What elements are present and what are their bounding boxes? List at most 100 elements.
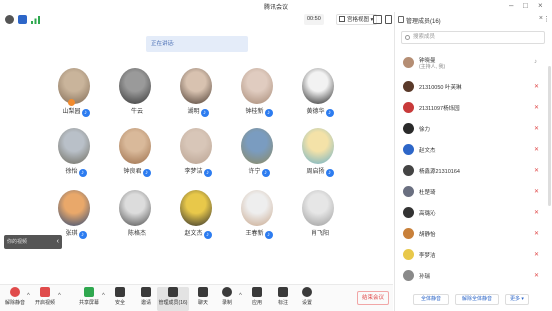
security-button[interactable]: 安全 <box>107 287 133 311</box>
chat-button[interactable]: 聊天 <box>190 287 216 311</box>
member-search-input[interactable]: 搜索成员 <box>401 31 545 44</box>
list-item[interactable]: 孙瑞 ✕ <box>395 266 552 287</box>
view-mode-label: 宫格视图 <box>347 17 370 23</box>
popout-icon[interactable] <box>385 15 392 24</box>
avatar <box>403 102 414 113</box>
bottombar-label: 解除静音 <box>4 300 25 306</box>
mic-muted-icon[interactable]: ✕ <box>534 209 539 216</box>
meeting-timer: 00:50 <box>304 14 324 25</box>
members-panel-title: 管理成员(16) <box>406 19 441 25</box>
participant-name: 肖飞阳 <box>310 231 329 237</box>
start-video-button[interactable]: 开启视频 <box>32 287 58 311</box>
participant-tile[interactable]: 钟桂新 ♪ <box>229 68 289 128</box>
settings-icon <box>302 287 312 297</box>
grid-icon <box>339 16 345 22</box>
participant-tile[interactable]: 李梦洁 ♪ <box>168 128 228 188</box>
mic-muted-icon[interactable]: ✕ <box>534 167 539 174</box>
participant-tile[interactable]: 许宁 ♪ <box>229 128 289 188</box>
minimize-icon[interactable]: – <box>509 1 513 10</box>
list-item[interactable]: 杨鑫源21310164 ✕ <box>395 161 552 182</box>
invite-button[interactable]: 邀请 <box>133 287 159 311</box>
members-panel: 管理成员(16) ⋮ × 搜索成员 钟晓曼 (主持人, 我) ♪ 2131005… <box>394 12 552 311</box>
self-video-preview[interactable]: 你的视频 ‹ <box>4 235 62 249</box>
mic-muted-icon[interactable]: ✕ <box>534 104 539 111</box>
participant-tile[interactable]: 肖飞阳 <box>290 190 350 250</box>
mic-icon[interactable]: ♪ <box>534 59 537 65</box>
mic-muted-icon[interactable]: ✕ <box>534 251 539 258</box>
mute-all-button[interactable]: 全体静音 <box>413 294 449 305</box>
close-icon[interactable]: × <box>539 15 543 22</box>
record-button[interactable]: 录制 <box>214 287 240 311</box>
unmute-button[interactable]: 解除静音 <box>2 287 28 311</box>
participant-tile[interactable]: 周启扬 ♪ <box>290 128 350 188</box>
scrollbar[interactable] <box>548 66 551 206</box>
title-bar: 腾讯会议 – □ × <box>0 0 552 12</box>
more-options-icon[interactable]: ⋮ <box>543 15 550 23</box>
mic-muted-icon[interactable]: ✕ <box>534 83 539 90</box>
participant-tile[interactable]: 钟良君 ♪ <box>107 128 167 188</box>
mic-muted-icon[interactable]: ✕ <box>534 125 539 132</box>
unmute-all-button[interactable]: 解除全体静音 <box>455 294 499 305</box>
manage-members-button[interactable]: 管理成员(16) <box>157 287 189 311</box>
participant-tile[interactable]: 山梨园 ♪ <box>46 68 106 128</box>
participant-tile[interactable]: 陈格杰 <box>107 190 167 250</box>
mic-muted-icon[interactable]: ✕ <box>534 188 539 195</box>
close-icon[interactable]: × <box>538 1 543 10</box>
mic-icon: ♪ <box>81 109 90 117</box>
avatar <box>403 186 414 197</box>
list-item[interactable]: 21310050 叶芙琳 ✕ <box>395 77 552 98</box>
members-icon <box>398 16 404 23</box>
maximize-icon[interactable]: □ <box>523 1 528 10</box>
info-icon[interactable] <box>5 15 14 24</box>
list-item[interactable]: 赵文杰 ✕ <box>395 140 552 161</box>
apps-button[interactable]: 应用 <box>244 287 270 311</box>
signal-icon[interactable] <box>31 15 40 24</box>
mic-muted-icon[interactable]: ✕ <box>534 146 539 153</box>
list-item[interactable]: 徐力 ✕ <box>395 119 552 140</box>
participant-tile[interactable]: 徐怡 ♪ <box>46 128 106 188</box>
chevron-up-icon[interactable]: ^ <box>58 293 61 299</box>
security-icon <box>115 287 125 297</box>
mic-muted-icon[interactable]: ✕ <box>534 230 539 237</box>
participant-name: 张琪 <box>65 231 78 237</box>
view-mode-button[interactable]: 宫格视图 ▾ <box>336 14 378 25</box>
participant-tile[interactable]: 湖明 ♪ <box>168 68 228 128</box>
members-panel-footer: 全体静音 解除全体静音 更多 ▾ <box>395 290 552 310</box>
mic-icon: ♪ <box>203 169 212 177</box>
participant-tile[interactable]: 赵文杰 ♪ <box>168 190 228 250</box>
participant-name: 杜楚琦 <box>419 190 436 196</box>
avatar <box>403 57 414 68</box>
bottombar-label: 录制 <box>221 300 232 306</box>
chevron-up-icon[interactable]: ^ <box>102 293 105 299</box>
more-button[interactable]: 更多 ▾ <box>505 294 529 305</box>
bottombar-label: 安全 <box>114 300 125 306</box>
settings-button[interactable]: 设置 <box>294 287 320 311</box>
list-item[interactable]: 高璐沁 ✕ <box>395 203 552 224</box>
chevron-up-icon[interactable]: ^ <box>239 293 242 299</box>
participant-name: 陈格杰 <box>127 231 146 237</box>
share-screen-button[interactable]: 共享屏幕 <box>76 287 102 311</box>
list-item[interactable]: 杜楚琦 ✕ <box>395 182 552 203</box>
chevron-up-icon[interactable]: ^ <box>27 293 30 299</box>
list-item[interactable]: 胡静怡 ✕ <box>395 224 552 245</box>
window-title: 腾讯会议 <box>263 5 288 11</box>
end-meeting-button[interactable]: 结束会议 <box>357 291 389 305</box>
participant-tile[interactable]: 王春新 ♪ <box>229 190 289 250</box>
shield-icon[interactable] <box>18 15 27 24</box>
participant-name: 钟良君 <box>123 169 142 175</box>
share-screen-icon <box>84 287 94 297</box>
avatar <box>403 207 414 218</box>
mic-icon: ♪ <box>325 169 334 177</box>
annotate-button[interactable]: 标注 <box>270 287 296 311</box>
fullscreen-icon[interactable] <box>373 15 382 24</box>
participant-name: 孙瑞 <box>419 274 431 280</box>
collapse-arrow-icon[interactable]: ‹ <box>57 235 59 249</box>
mic-icon: ♪ <box>261 169 270 177</box>
list-item[interactable]: 钟晓曼 (主持人, 我) ♪ <box>395 53 552 77</box>
participant-name: 21311097杨烁园 <box>419 106 460 112</box>
list-item[interactable]: 李梦洁 ✕ <box>395 245 552 266</box>
participant-tile[interactable]: 黄德华 ♪ <box>290 68 350 128</box>
list-item[interactable]: 21311097杨烁园 ✕ <box>395 98 552 119</box>
participant-tile[interactable]: 牛云 <box>107 68 167 128</box>
mic-muted-icon[interactable]: ✕ <box>534 272 539 279</box>
